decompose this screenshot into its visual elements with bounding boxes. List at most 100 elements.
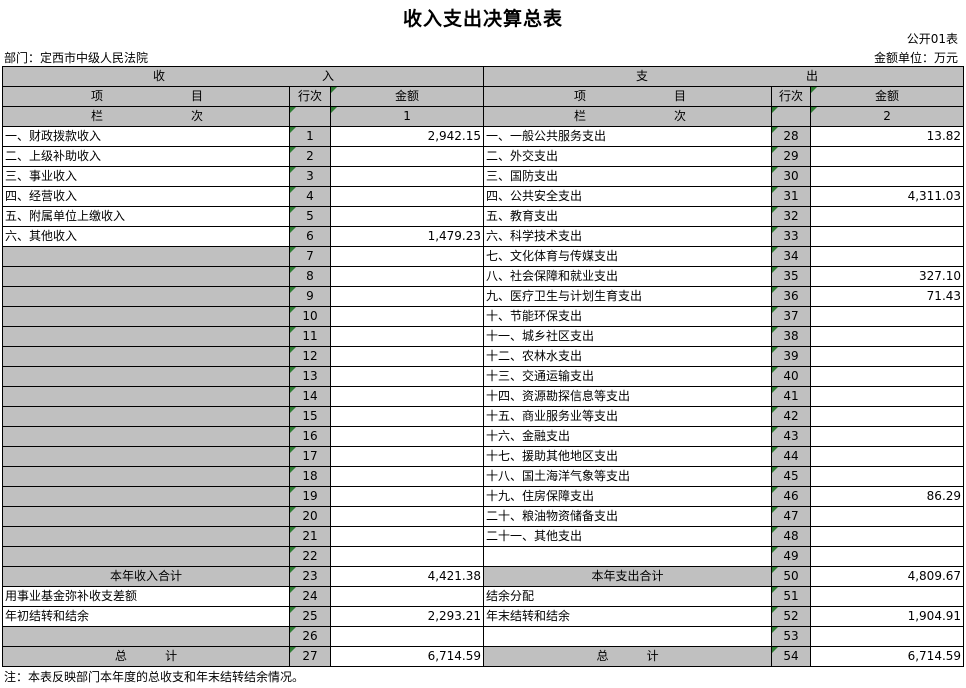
expense-item-cell: 十七、援助其他地区支出 xyxy=(483,446,773,467)
form-number: 公开01表 xyxy=(906,32,958,46)
table-row: 一、财政拨款收入 1 2,942.15 一、一般公共服务支出 28 13.82 xyxy=(2,126,965,147)
income-amount-cell xyxy=(329,286,485,307)
income-amount-cell: 1,479.23 xyxy=(329,226,485,247)
income-amount-cell: 2,942.15 xyxy=(329,126,485,147)
expense-header-char1: 支 xyxy=(636,69,649,83)
income-amount-cell xyxy=(329,346,485,367)
table-row: 10 十、节能环保支出 37 xyxy=(2,306,965,327)
expense-item-cell: 二、外交支出 xyxy=(483,146,773,167)
expense-item-cell: 四、公共安全支出 xyxy=(483,186,773,207)
expense-row-number: 35 xyxy=(771,266,812,287)
footnote: 注：本表反映部门本年度的总收支和年末结转结余情况。 xyxy=(4,670,305,684)
income-amount-cell xyxy=(329,466,485,487)
income-amount-cell xyxy=(329,526,485,547)
expense-row-number: 51 xyxy=(771,586,812,607)
income-amount-cell xyxy=(329,586,485,607)
income-row-number: 15 xyxy=(289,406,331,427)
table-row: 13 十三、交通运输支出 40 xyxy=(2,366,965,387)
income-amount-cell xyxy=(329,506,485,527)
income-row-number: 4 xyxy=(289,186,331,207)
expense-amount-cell xyxy=(810,226,965,247)
income-amount-cell xyxy=(329,446,485,467)
income-rowno-header: 行次 xyxy=(289,86,331,107)
income-row-number: 14 xyxy=(289,386,331,407)
income-header: 收 入 xyxy=(1,66,485,87)
table-row: 15 十五、商业服务业等支出 42 xyxy=(2,406,965,427)
expense-amount-cell: 86.29 xyxy=(810,486,965,507)
expense-item-cell: 七、文化体育与传媒支出 xyxy=(483,246,773,267)
expense-amount-cell xyxy=(810,586,965,607)
expense-item-cell: 三、国防支出 xyxy=(483,166,773,187)
income-item-cell xyxy=(2,346,290,367)
expense-amount-cell: 71.43 xyxy=(810,286,965,307)
table-row: 26 53 xyxy=(2,626,965,647)
income-item-cell xyxy=(2,266,290,287)
income-row-number: 2 xyxy=(289,146,331,167)
expense-row-number: 50 xyxy=(771,566,812,587)
expense-row-number: 40 xyxy=(771,366,812,387)
expense-row-number: 41 xyxy=(771,386,812,407)
income-amount-cell xyxy=(329,186,485,207)
expense-row-number: 37 xyxy=(771,306,812,327)
income-amount-cell: 4,421.38 xyxy=(329,566,485,587)
income-row-number: 6 xyxy=(289,226,331,247)
expense-amount-cell: 327.10 xyxy=(810,266,965,287)
table-row: 11 十一、城乡社区支出 38 xyxy=(2,326,965,347)
expense-row-number: 45 xyxy=(771,466,812,487)
expense-item-cell: 一、一般公共服务支出 xyxy=(483,126,773,147)
income-item-cell xyxy=(2,306,290,327)
table-row: 本年收入合计 23 4,421.38 本年支出合计 50 4,809.67 xyxy=(2,566,965,587)
department-label: 部门：定西市中级人民法院 xyxy=(4,51,149,65)
expense-item-cell: 结余分配 xyxy=(483,586,773,607)
income-item-cell xyxy=(2,446,290,467)
table-row: 12 十二、农林水支出 39 xyxy=(2,346,965,367)
income-header-char2: 入 xyxy=(322,69,335,83)
table-row: 五、附属单位上缴收入 5 五、教育支出 32 xyxy=(2,206,965,227)
income-header-char1: 收 xyxy=(153,69,166,83)
expense-item-cell: 二十、粮油物资储备支出 xyxy=(483,506,773,527)
expense-amount-cell: 4,311.03 xyxy=(810,186,965,207)
expense-row-number: 42 xyxy=(771,406,812,427)
income-item-cell: 本年收入合计 xyxy=(2,566,290,587)
income-item-cell xyxy=(2,486,290,507)
income-item-cell: 年初结转和结余 xyxy=(2,606,290,627)
expense-item-cell: 五、教育支出 xyxy=(483,206,773,227)
expense-col-number: 2 xyxy=(810,106,965,127)
item-char1: 项 xyxy=(574,89,587,103)
expense-row-number: 30 xyxy=(771,166,812,187)
income-item-cell xyxy=(2,386,290,407)
expense-item-cell: 本年支出合计 xyxy=(483,566,773,587)
expense-row-number: 36 xyxy=(771,286,812,307)
income-row-number: 8 xyxy=(289,266,331,287)
income-row-number: 13 xyxy=(289,366,331,387)
expense-item-cell: 十六、金融支出 xyxy=(483,426,773,447)
table-row: 20 二十、粮油物资储备支出 47 xyxy=(2,506,965,527)
income-item-cell xyxy=(2,466,290,487)
expense-row-number: 32 xyxy=(771,206,812,227)
income-col-header: 栏 次 xyxy=(2,106,290,127)
income-amount-cell xyxy=(329,426,485,447)
income-amount-header: 金额 xyxy=(329,86,485,107)
expense-row-number: 52 xyxy=(771,606,812,627)
expense-item-cell: 十一、城乡社区支出 xyxy=(483,326,773,347)
income-row-number: 12 xyxy=(289,346,331,367)
expense-row-number: 46 xyxy=(771,486,812,507)
income-amount-cell xyxy=(329,266,485,287)
income-row-number: 22 xyxy=(289,546,331,567)
income-col-number: 1 xyxy=(329,106,485,127)
expense-item-cell: 十五、商业服务业等支出 xyxy=(483,406,773,427)
income-expense-table: 收 入 支 出 项 目 行次 金额 项 目 行次 金额 栏 次 1 栏 次 2 … xyxy=(1,66,965,667)
income-amount-cell xyxy=(329,366,485,387)
table-row: 14 十四、资源勘探信息等支出 41 xyxy=(2,386,965,407)
table-row: 三、事业收入 3 三、国防支出 30 xyxy=(2,166,965,187)
expense-amount-cell xyxy=(810,326,965,347)
table-row: 9 九、医疗卫生与计划生育支出 36 71.43 xyxy=(2,286,965,307)
expense-amount-cell: 13.82 xyxy=(810,126,965,147)
expense-item-cell: 六、科学技术支出 xyxy=(483,226,773,247)
expense-amount-header: 金额 xyxy=(810,86,965,107)
expense-item-cell: 九、医疗卫生与计划生育支出 xyxy=(483,286,773,307)
income-row-number: 10 xyxy=(289,306,331,327)
income-item-cell xyxy=(2,626,290,647)
income-item-cell: 三、事业收入 xyxy=(2,166,290,187)
table-row: 四、经营收入 4 四、公共安全支出 31 4,311.03 xyxy=(2,186,965,207)
